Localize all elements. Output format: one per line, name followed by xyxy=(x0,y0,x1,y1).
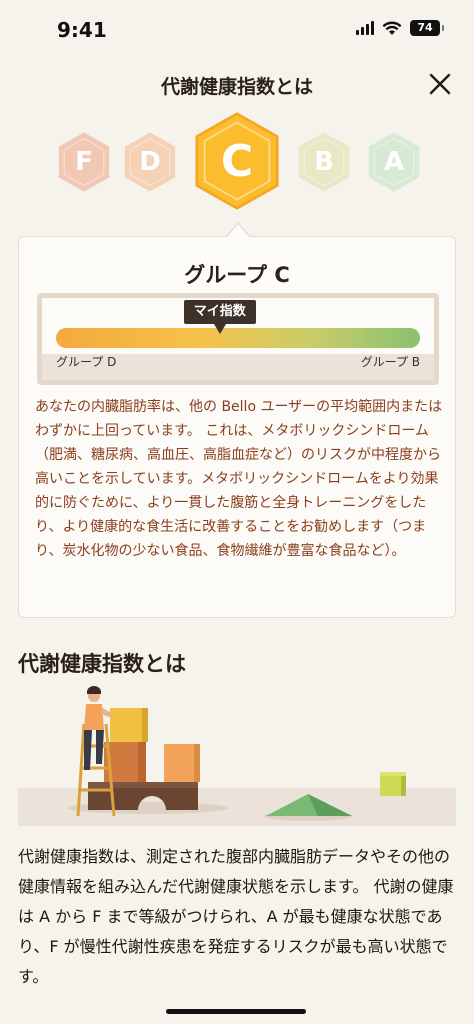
my-index-marker xyxy=(213,324,226,334)
close-button[interactable] xyxy=(424,68,456,100)
grade-letter: B xyxy=(314,147,334,177)
grade-hex-b[interactable]: B xyxy=(297,132,351,192)
grade-selector: FDCBA xyxy=(0,110,474,220)
close-icon xyxy=(429,73,451,95)
wifi-icon xyxy=(382,20,402,35)
group-card: グループ C マイ指数 グループ D グループ B あなたの内臓脂肪率は、他の … xyxy=(18,236,456,618)
page-title: 代謝健康指数とは xyxy=(160,76,313,98)
status-time: 9:41 xyxy=(57,18,107,42)
meter-gradient-bar xyxy=(56,328,420,348)
battery-icon: 74 xyxy=(410,20,444,36)
meter-left-label: グループ D xyxy=(56,355,117,369)
grade-letter: C xyxy=(220,135,254,187)
grade-hex-d[interactable]: D xyxy=(123,132,177,192)
group-description: あなたの内臓脂肪率は、他の Bello ユーザーの平均範囲内またはわずかに上回っ… xyxy=(35,399,443,559)
group-title: グループ C xyxy=(184,263,290,287)
grade-hex-c[interactable]: C xyxy=(193,112,281,210)
cellular-signal-icon xyxy=(356,21,374,35)
status-icons: 74 xyxy=(356,20,444,36)
section-body: 代謝健康指数は、測定された腹部内臓脂肪データやその他の健康情報を組み込んだ代謝健… xyxy=(18,847,454,986)
building-blocks-illustration xyxy=(18,684,456,826)
grade-letter: D xyxy=(139,147,161,177)
grade-hex-a[interactable]: A xyxy=(367,132,421,192)
home-indicator xyxy=(166,1009,306,1014)
section-title: 代謝健康指数とは xyxy=(18,652,186,676)
grade-hex-f[interactable]: F xyxy=(57,132,111,192)
grade-letter: F xyxy=(75,147,93,177)
my-index-label: マイ指数 xyxy=(183,300,256,324)
index-meter: マイ指数 グループ D グループ B xyxy=(37,293,439,385)
grade-letter: A xyxy=(383,147,405,177)
meter-right-label: グループ B xyxy=(360,355,420,369)
status-bar: 9:41 74 xyxy=(0,0,474,60)
